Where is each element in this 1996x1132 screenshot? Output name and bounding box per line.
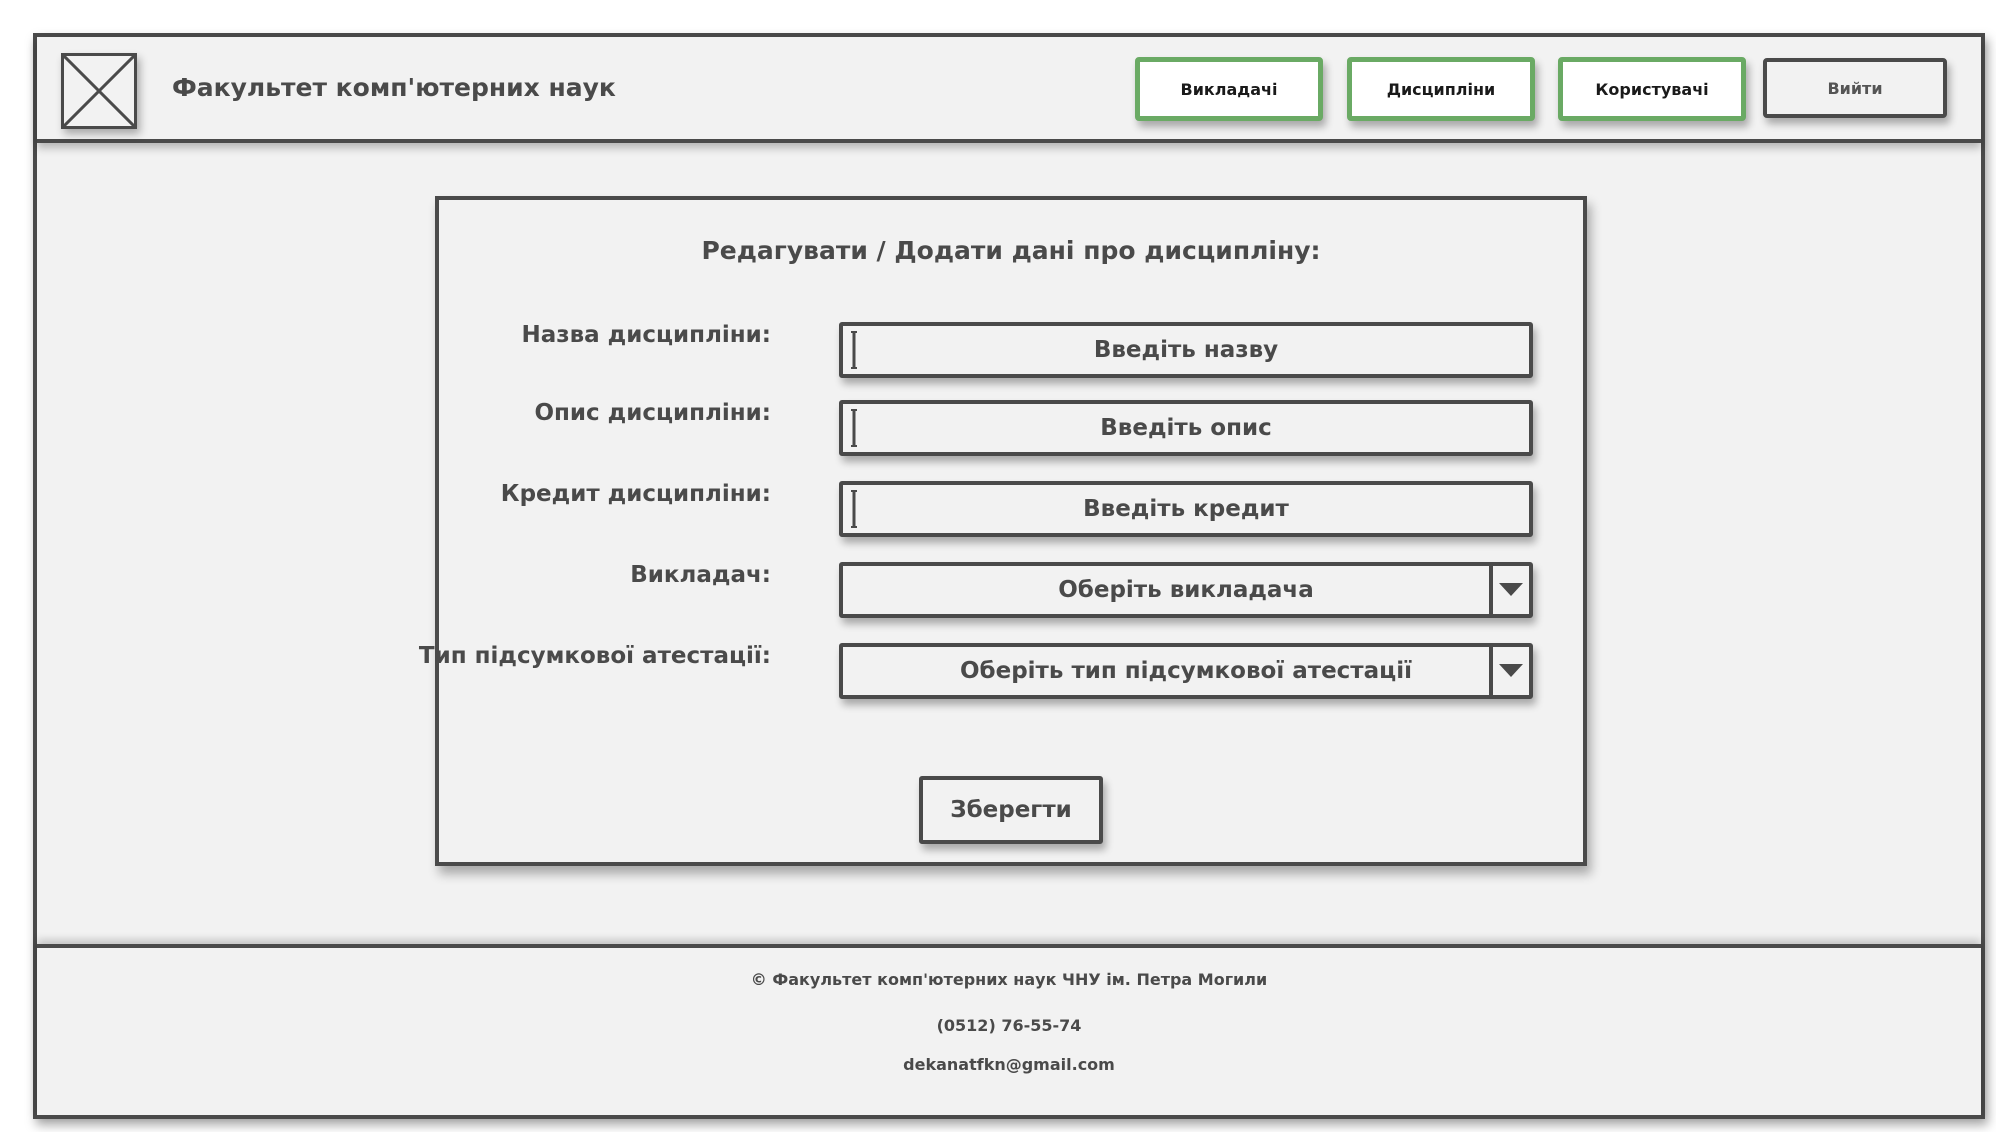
discipline-name-label: Назва дисципліни: <box>521 322 771 348</box>
chevron-down-icon <box>1499 664 1523 677</box>
chevron-down-icon <box>1499 583 1523 596</box>
nav-button-teachers[interactable]: Викладачі <box>1135 57 1323 121</box>
teacher-label: Викладач: <box>630 562 771 588</box>
attestation-type-label: Тип підсумкової атестації: <box>418 643 771 669</box>
discipline-description-label: Опис дисципліни: <box>534 400 771 426</box>
logout-button[interactable]: Вийти <box>1763 58 1947 118</box>
save-button[interactable]: Зберегти <box>919 776 1103 844</box>
discipline-name-input[interactable]: Введіть назву <box>839 322 1533 378</box>
discipline-form: Редагувати / Додати дані про дисципліну:… <box>419 196 1587 866</box>
discipline-description-placeholder: Введіть опис <box>1100 415 1272 441</box>
discipline-credit-placeholder: Введіть кредит <box>1083 496 1289 522</box>
attestation-type-select-value: Оберіть тип підсумкової атестації <box>960 658 1412 684</box>
discipline-credit-label: Кредит дисципліни: <box>500 481 771 507</box>
footer-email[interactable]: dekanatfkn@gmail.com <box>37 1055 1981 1074</box>
teacher-select-value: Оберіть викладача <box>1058 577 1314 603</box>
discipline-credit-input[interactable]: Введіть кредит <box>839 481 1533 537</box>
nav-button-disciplines[interactable]: Дисципліни <box>1347 57 1535 121</box>
attestation-type-dropdown-toggle[interactable] <box>1489 647 1529 695</box>
site-title: Факультет комп'ютерних наук <box>172 73 616 102</box>
attestation-type-select[interactable]: Оберіть тип підсумкової атестації <box>839 643 1533 699</box>
footer-phone: (0512) 76-55-74 <box>936 1016 1082 1035</box>
discipline-name-placeholder: Введіть назву <box>1093 337 1279 363</box>
nav-button-users[interactable]: Користувачі <box>1558 57 1746 121</box>
form-title: Редагувати / Додати дані про дисципліну: <box>701 236 1321 265</box>
image-placeholder-icon <box>61 53 137 129</box>
page-frame: Факультет комп'ютерних наук Викладачі Ди… <box>33 33 1985 1119</box>
site-header: Факультет комп'ютерних наук Викладачі Ди… <box>37 37 1981 143</box>
footer-copyright: © Факультет комп'ютерних наук ЧНУ ім. Пе… <box>750 970 1268 989</box>
site-footer: © Факультет комп'ютерних наук ЧНУ ім. Пе… <box>37 944 1981 1119</box>
teacher-dropdown-toggle[interactable] <box>1489 566 1529 614</box>
discipline-description-input[interactable]: Введіть опис <box>839 400 1533 456</box>
teacher-select[interactable]: Оберіть викладача <box>839 562 1533 618</box>
